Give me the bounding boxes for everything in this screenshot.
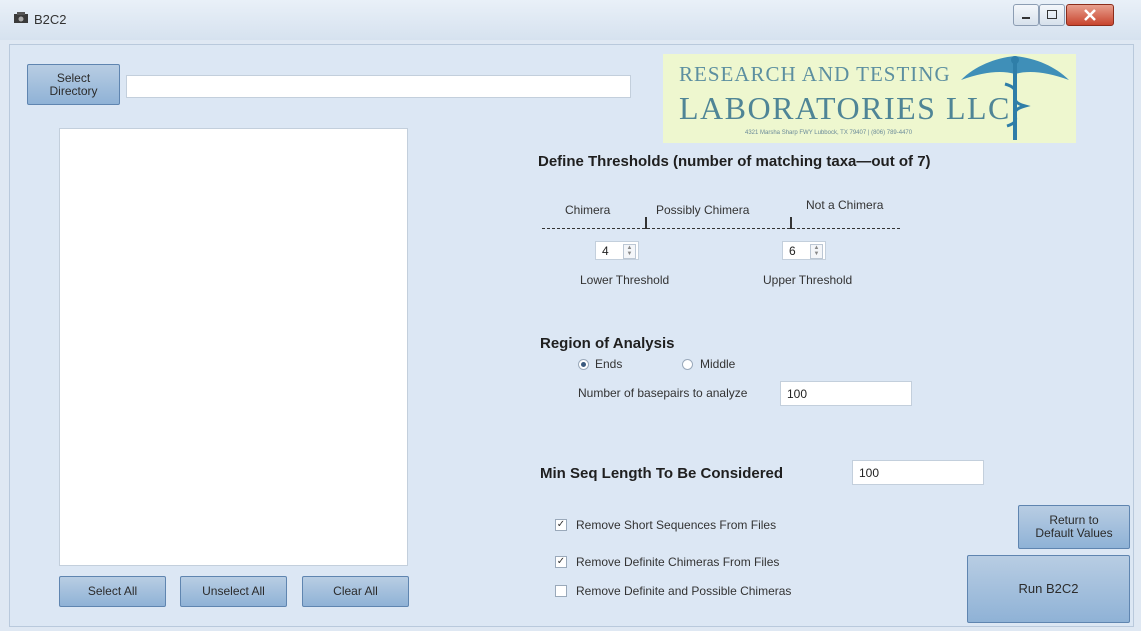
remove-short-checkbox[interactable]: ✓ xyxy=(555,519,567,531)
clear-all-label: Clear All xyxy=(333,584,378,599)
upper-threshold-tick xyxy=(790,217,792,229)
close-icon xyxy=(1084,9,1096,21)
remove-both-checkbox[interactable] xyxy=(555,585,567,597)
select-all-button[interactable]: Select All xyxy=(59,576,166,607)
unselect-all-label: Unselect All xyxy=(202,584,265,599)
lower-threshold-label: Lower Threshold xyxy=(580,273,670,287)
middle-radio[interactable] xyxy=(682,359,693,370)
lower-threshold-tick xyxy=(645,217,647,229)
minimize-button[interactable] xyxy=(1013,4,1039,26)
maximize-button[interactable] xyxy=(1039,4,1065,26)
window-title: B2C2 xyxy=(34,12,67,27)
zone-chimera-label: Chimera xyxy=(565,203,611,217)
zone-possibly-chimera-label: Possibly Chimera xyxy=(656,203,750,217)
company-logo: RESEARCH AND TESTING LABORATORIES LLC. 4… xyxy=(663,54,1076,143)
upper-threshold-stepper[interactable]: 6 ▲ ▼ xyxy=(782,241,826,260)
return-default-label: Return to Default Values xyxy=(1035,513,1113,540)
remove-both-label: Remove Definite and Possible Chimeras xyxy=(576,584,792,598)
lower-threshold-value: 4 xyxy=(602,243,609,258)
return-default-button[interactable]: Return to Default Values xyxy=(1018,505,1130,549)
upper-threshold-value: 6 xyxy=(789,243,796,258)
lower-threshold-stepper[interactable]: 4 ▲ ▼ xyxy=(595,241,639,260)
zone-not-chimera-label: Not a Chimera xyxy=(806,198,884,212)
select-directory-button[interactable]: Select Directory xyxy=(27,64,120,105)
file-list[interactable] xyxy=(59,128,408,566)
run-b2c2-label: Run B2C2 xyxy=(1018,581,1079,597)
unselect-all-button[interactable]: Unselect All xyxy=(180,576,287,607)
threshold-scale-line xyxy=(542,228,900,229)
directory-path-input[interactable] xyxy=(126,75,631,98)
remove-definite-checkbox[interactable]: ✓ xyxy=(555,556,567,568)
clear-all-button[interactable]: Clear All xyxy=(302,576,409,607)
upper-threshold-label: Upper Threshold xyxy=(763,273,853,287)
select-all-label: Select All xyxy=(87,584,138,599)
ends-label: Ends xyxy=(595,357,623,371)
stepper-arrows-icon[interactable]: ▲ ▼ xyxy=(810,244,823,259)
basepairs-label: Number of basepairs to analyze xyxy=(578,386,748,400)
region-heading: Region of Analysis xyxy=(540,335,675,352)
select-directory-label: Select Directory xyxy=(49,70,98,98)
basepairs-input[interactable]: 100 xyxy=(780,381,912,406)
ends-radio[interactable] xyxy=(578,359,589,370)
stepper-arrows-icon[interactable]: ▲ ▼ xyxy=(623,244,636,259)
logo-line1: RESEARCH AND TESTING xyxy=(679,62,951,86)
thresholds-heading: Define Thresholds (number of matching ta… xyxy=(538,153,931,170)
maximize-icon xyxy=(1047,10,1057,19)
min-seq-input[interactable]: 100 xyxy=(852,460,984,485)
remove-definite-label: Remove Definite Chimeras From Files xyxy=(576,555,780,569)
remove-short-label: Remove Short Sequences From Files xyxy=(576,518,777,532)
title-bar: B2C2 xyxy=(0,0,1141,40)
min-seq-label: Min Seq Length To Be Considered xyxy=(540,465,784,482)
logo-address: 4321 Marsha Sharp FWY Lubbock, TX 79407 … xyxy=(745,130,913,136)
minimize-icon xyxy=(1022,17,1030,19)
middle-label: Middle xyxy=(700,357,736,371)
close-button[interactable] xyxy=(1066,4,1114,26)
app-icon xyxy=(14,12,28,23)
run-b2c2-button[interactable]: Run B2C2 xyxy=(967,555,1130,623)
caduceus-icon xyxy=(961,56,1069,140)
